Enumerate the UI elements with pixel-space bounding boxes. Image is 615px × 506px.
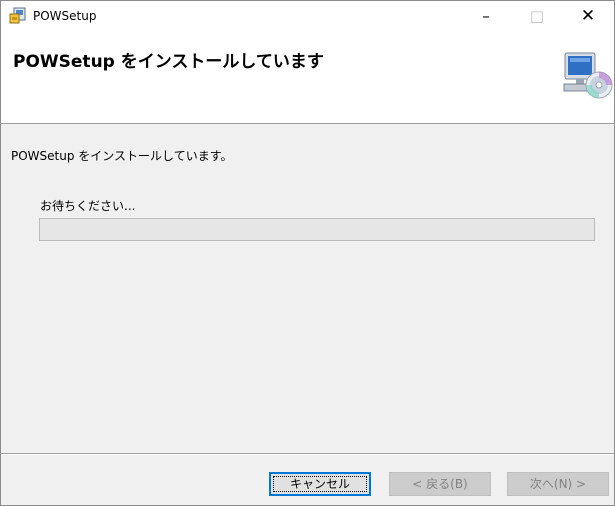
installer-icon	[9, 7, 27, 25]
cancel-button[interactable]: キャンセル	[269, 472, 371, 496]
maximize-icon: □	[529, 7, 545, 25]
computer-cd-icon	[561, 51, 613, 101]
main-content: POWSetup をインストールしています。 お待ちください...	[1, 124, 614, 454]
maximize-button[interactable]: □	[514, 1, 560, 31]
title-bar[interactable]: POWSetup – □ ✕	[1, 1, 614, 31]
wait-text: お待ちください...	[40, 199, 136, 213]
back-button[interactable]: < 戻る(B)	[389, 472, 491, 496]
close-icon: ✕	[580, 6, 596, 26]
minimize-icon: –	[482, 7, 490, 25]
cancel-button-label: キャンセル	[289, 477, 350, 491]
footer-divider	[1, 453, 614, 455]
back-button-label: < 戻る(B)	[412, 477, 468, 491]
close-button[interactable]: ✕	[565, 1, 611, 31]
next-button-label: 次へ(N) >	[529, 477, 587, 491]
setup-window: POWSetup – □ ✕ POWSetup をインストールしています POW…	[0, 0, 615, 506]
banner-title: POWSetup をインストールしています	[13, 52, 324, 72]
status-text: POWSetup をインストールしています。	[11, 149, 233, 163]
window-title: POWSetup	[33, 9, 97, 23]
next-button[interactable]: 次へ(N) >	[507, 472, 609, 496]
minimize-button[interactable]: –	[463, 1, 509, 31]
header-banner: POWSetup をインストールしています	[1, 31, 614, 124]
install-progress-bar	[39, 218, 595, 241]
